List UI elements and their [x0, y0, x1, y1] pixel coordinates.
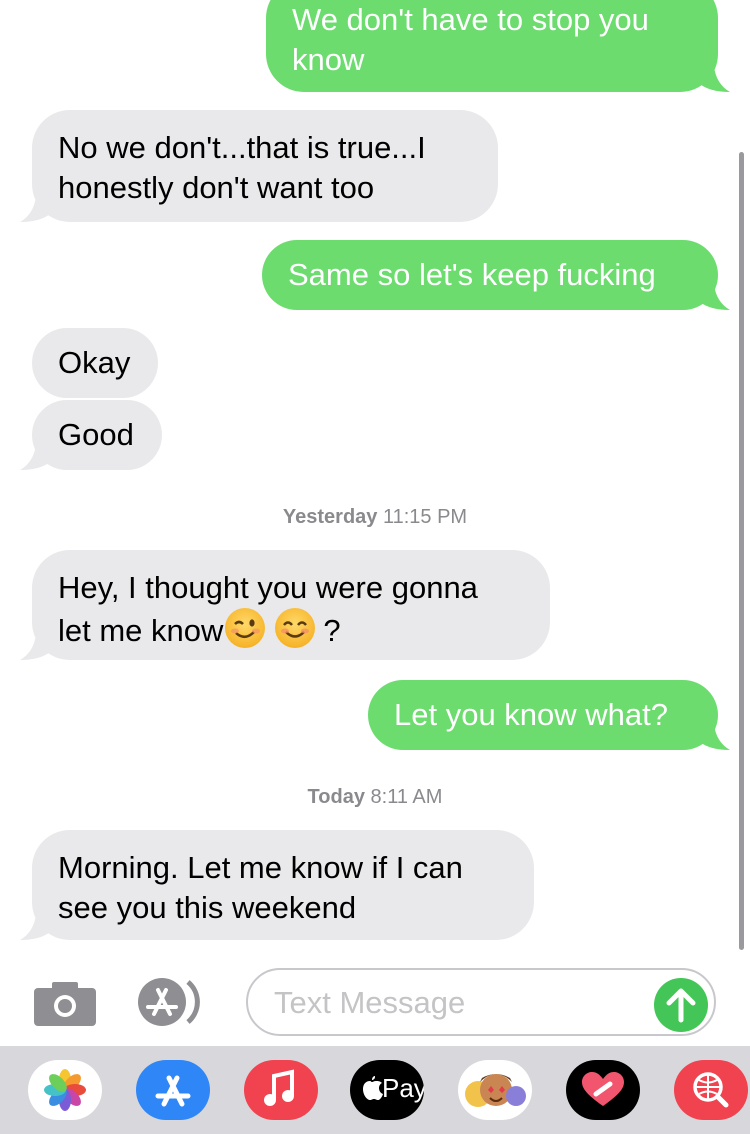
- bubble-tail: [20, 196, 50, 222]
- message-text: ?: [323, 613, 341, 648]
- music-icon: [264, 1069, 294, 1106]
- message-bubble-received[interactable]: Okay: [32, 328, 158, 398]
- bubble-tail: [700, 284, 730, 310]
- app-store-icon: [138, 978, 200, 1026]
- arrow-up-icon: [666, 988, 696, 1023]
- message-text: honestly don't want too: [58, 170, 375, 205]
- message-text: Okay: [58, 345, 131, 380]
- timestamp: Yesterday 11:15 PM: [0, 506, 750, 529]
- winking-face-emoji: [225, 608, 266, 648]
- timestamp: Today 8:11 AM: [0, 786, 750, 809]
- message-text: Good: [58, 417, 134, 452]
- heart-icon: [582, 1072, 624, 1106]
- apple-pay-app[interactable]: Pay: [350, 1060, 424, 1120]
- digital-touch-app[interactable]: [566, 1060, 640, 1120]
- message-text: know: [292, 42, 365, 77]
- timestamp-day: Yesterday: [282, 506, 378, 528]
- images-search-app[interactable]: [674, 1060, 748, 1120]
- message-text: Let you know what?: [394, 697, 669, 732]
- message-text: Same so let's keep fucking: [288, 257, 656, 292]
- message-bubble-received[interactable]: No we don't...that is true...I honestly …: [20, 110, 498, 222]
- smiling-face-emoji: [275, 608, 316, 648]
- memoji-icon: [465, 1074, 526, 1107]
- app-store-button[interactable]: [132, 976, 212, 1028]
- message-bubble-sent[interactable]: Same so let's keep fucking: [262, 240, 730, 310]
- message-input-placeholder: Text Message: [274, 985, 466, 1020]
- bubble-tail: [20, 444, 50, 470]
- message-bubble-received[interactable]: Hey, I thought you were gonna let me kno…: [20, 550, 550, 660]
- message-text: Hey, I thought you were gonna: [58, 570, 478, 605]
- camera-button[interactable]: [34, 980, 98, 1026]
- timestamp-day: Today: [307, 786, 365, 808]
- message-bubble-sent[interactable]: We don't have to stop you know: [266, 0, 730, 92]
- bubble-tail: [20, 634, 50, 660]
- memoji-app[interactable]: [458, 1060, 532, 1120]
- message-bubble-received[interactable]: Good: [20, 400, 162, 470]
- message-bubble-received[interactable]: Morning. Let me know if I can see you th…: [20, 830, 534, 940]
- message-bubble-sent[interactable]: Let you know what?: [368, 680, 730, 750]
- message-text-line: let me know ?: [58, 608, 524, 651]
- message-text: We don't have to stop you: [292, 2, 649, 37]
- bubble-tail: [20, 914, 50, 940]
- message-text: let me know: [58, 613, 224, 648]
- message-input[interactable]: Text Message: [246, 968, 716, 1036]
- app-store-icon: [155, 1075, 191, 1107]
- message-text: Morning. Let me know if I can: [58, 850, 463, 885]
- message-thread[interactable]: We don't have to stop you know No we don…: [0, 0, 750, 960]
- message-text: No we don't...that is true...I: [58, 130, 426, 165]
- music-app[interactable]: [244, 1060, 318, 1120]
- message-text: see you this weekend: [58, 890, 357, 925]
- apple-pay-label: Pay: [382, 1073, 424, 1103]
- photos-app[interactable]: [28, 1060, 102, 1120]
- timestamp-time: 8:11 AM: [370, 786, 443, 808]
- globe-search-icon: [693, 1072, 729, 1108]
- camera-icon: [34, 982, 96, 1026]
- timestamp-time: 11:15 PM: [382, 506, 468, 528]
- bubble-tail: [700, 66, 730, 92]
- photos-icon: [44, 1069, 86, 1111]
- scrollbar[interactable]: [739, 152, 744, 950]
- app-store-app[interactable]: [136, 1060, 210, 1120]
- send-button[interactable]: [654, 978, 708, 1032]
- bubble-tail: [700, 724, 730, 750]
